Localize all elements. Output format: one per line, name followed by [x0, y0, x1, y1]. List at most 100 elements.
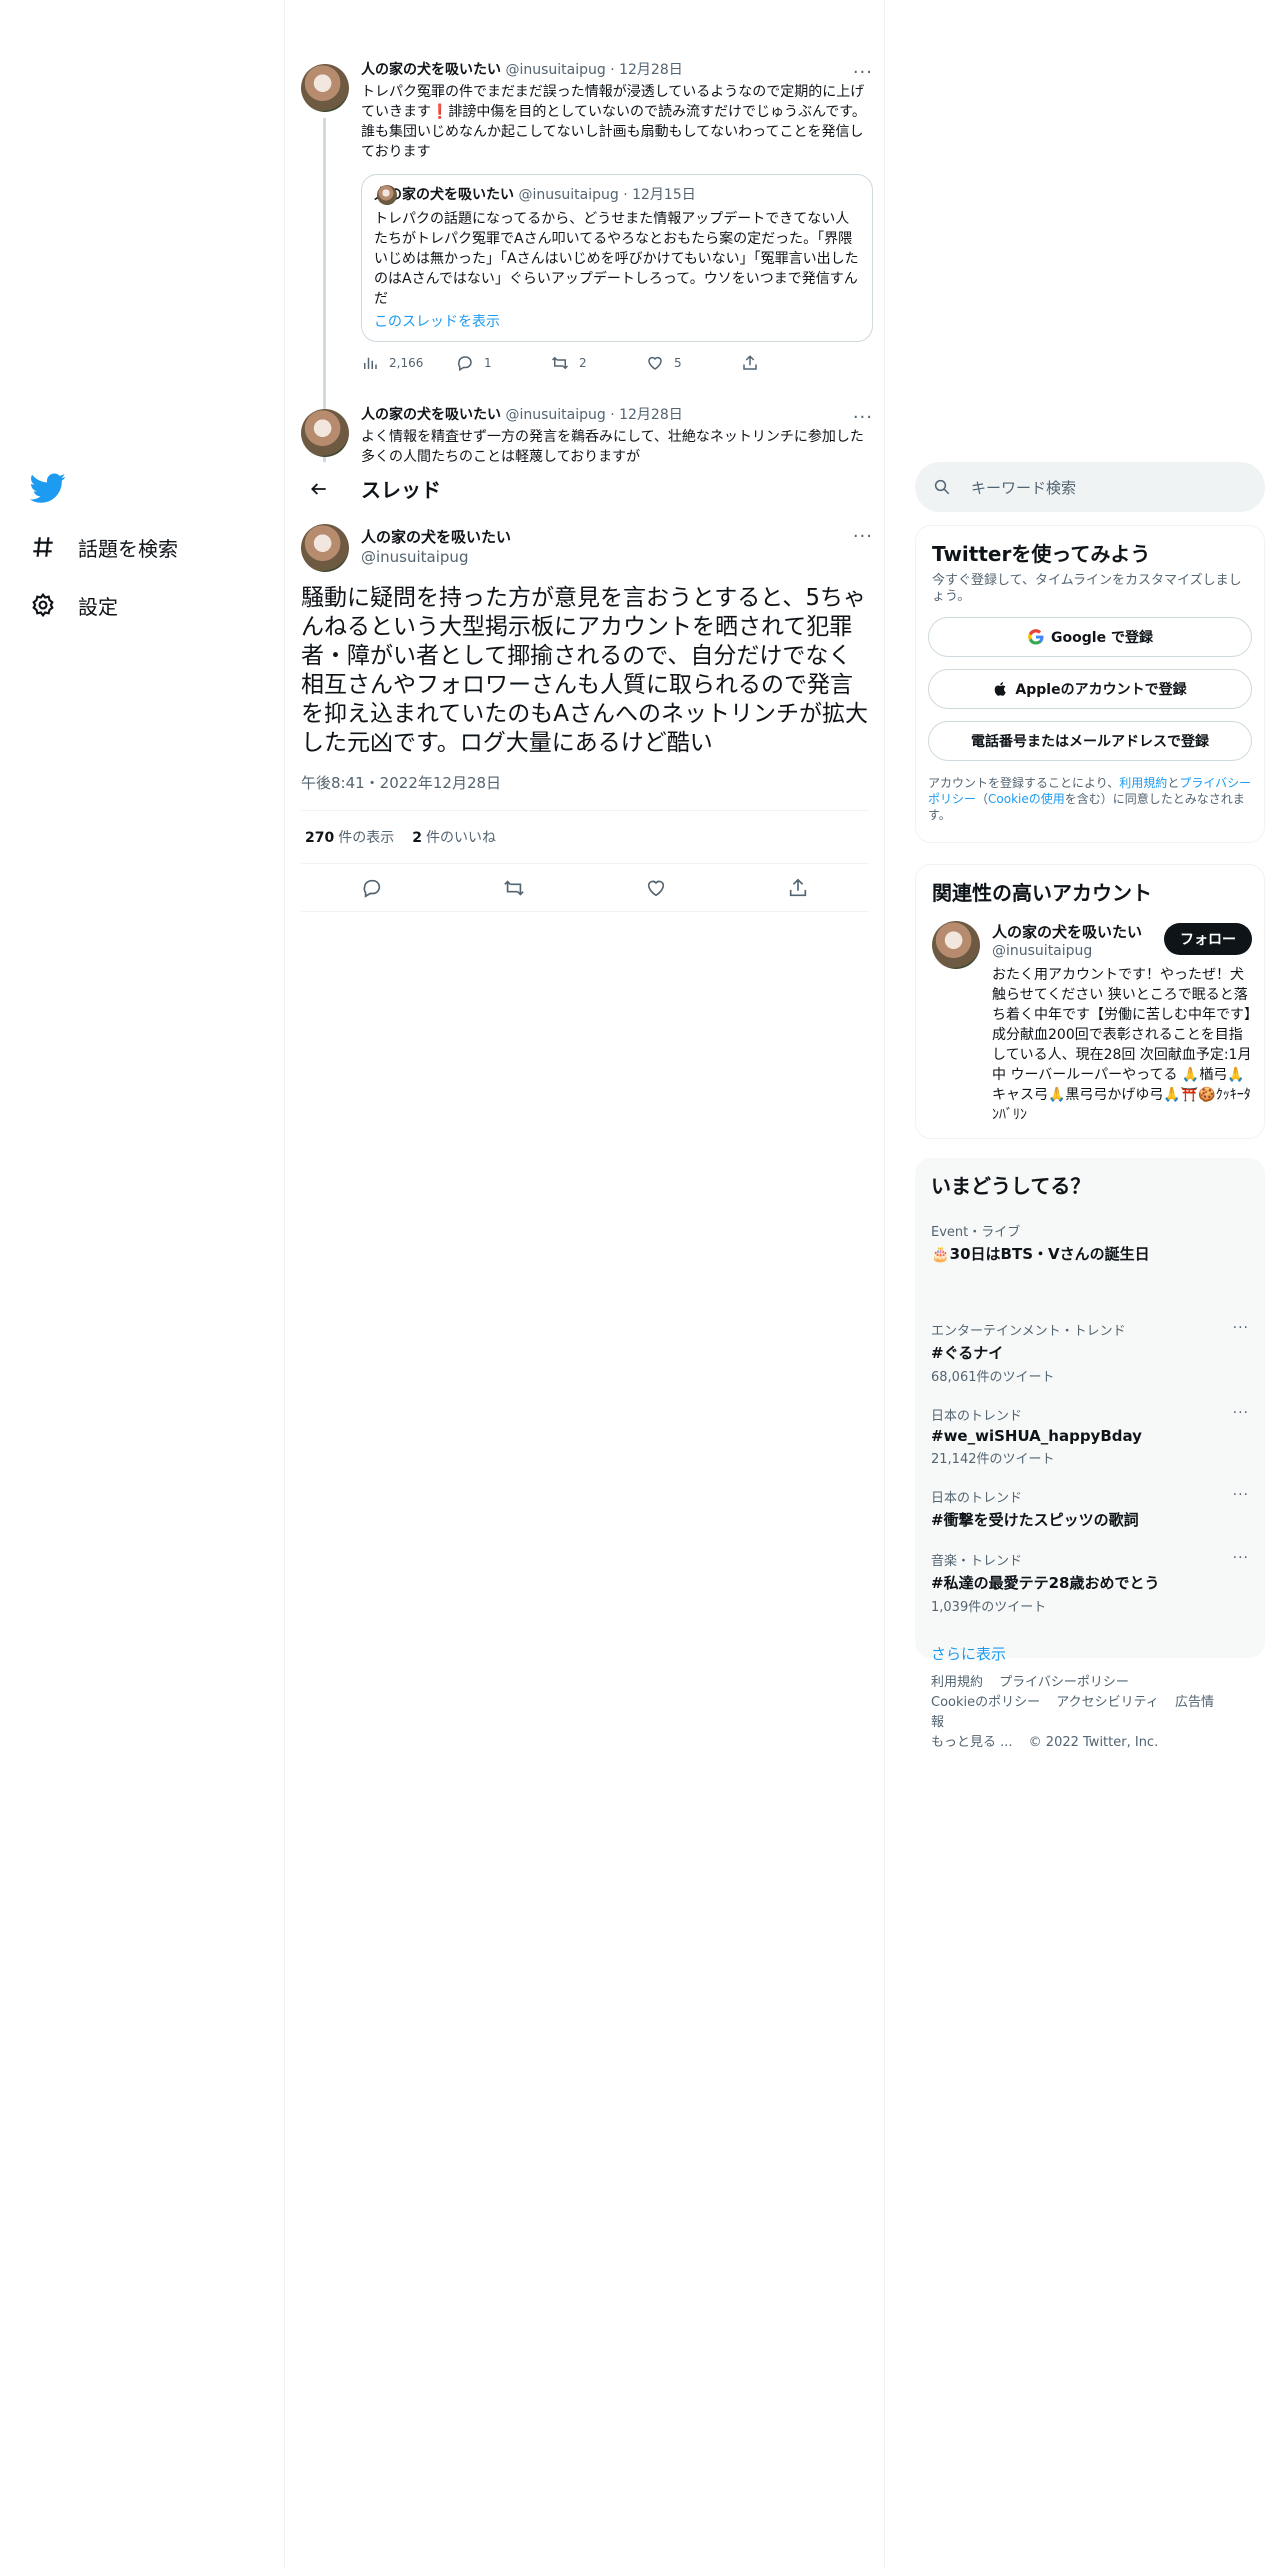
related-account[interactable]: 人の家の犬を吸いたい @inusuitaipug フォロー おたく用アカウントで…	[916, 865, 1266, 1123]
signup-subtitle: 今すぐ登録して、タイムラインをカスタマイズしましょう。	[932, 573, 1242, 604]
copyright: © 2022 Twitter, Inc.	[1028, 1735, 1159, 1750]
quote-tweet[interactable]: 人の家の犬を吸いたい @inusuitaipug · 12月15日 トレパクの話…	[361, 174, 873, 342]
avatar[interactable]	[301, 409, 349, 457]
reply-count: 1	[484, 356, 492, 370]
more-icon[interactable]: ···	[1233, 1320, 1249, 1336]
trend-count: 1,039件のツイート	[931, 1600, 1047, 1615]
footer-link[interactable]: プライバシーポリシー	[999, 1675, 1129, 1690]
twitter-logo-icon[interactable]	[30, 470, 66, 506]
share-icon[interactable]	[787, 877, 809, 899]
trends-card: いまどうしてる？ Event・ライブ 🎂30日はBTS・Vさんの誕生日 ··· …	[915, 1158, 1265, 1663]
footer-link[interactable]: アクセシビリティ	[1056, 1695, 1159, 1710]
trend-count: 68,061件のツイート	[931, 1370, 1055, 1385]
tweet-date[interactable]: 12月28日	[619, 62, 683, 78]
show-thread-link[interactable]: このスレッドを表示	[374, 311, 860, 331]
tweet-date[interactable]: 12月28日	[619, 407, 683, 423]
tweet-author-name[interactable]: 人の家の犬を吸いたい	[361, 526, 511, 547]
phone-email-signup-button[interactable]: 電話番号またはメールアドレスで登録	[928, 721, 1252, 761]
footer-link[interactable]: 利用規約	[931, 1675, 983, 1690]
retweet-icon[interactable]	[503, 877, 525, 899]
analytics-icon	[364, 357, 377, 369]
google-icon	[1028, 629, 1044, 645]
account-handle[interactable]: @inusuitaipug	[992, 943, 1092, 959]
tweet-text: トレパク冤罪の件でまだまだ誤った情報が浸透しているようなので定期的に上げていきま…	[361, 84, 866, 160]
retweet-count: 2	[579, 356, 587, 370]
tweet-actions: 2,166 1 2 5	[361, 354, 873, 372]
footer: 利用規約 プライバシーポリシー Cookieのポリシー アクセシビリティ 広告情…	[915, 1673, 1245, 1753]
heart-icon	[648, 356, 662, 370]
back-button[interactable]	[301, 471, 337, 507]
trend-title: #私達の最愛テテ28歳おめでとう	[931, 1574, 1160, 1592]
cookie-link[interactable]: Cookieの使用	[988, 792, 1065, 806]
trend-item[interactable]: Event・ライブ 🎂30日はBTS・Vさんの誕生日	[915, 1221, 1265, 1264]
avatar[interactable]	[932, 921, 980, 969]
retweet-icon	[551, 356, 569, 370]
nav-explore[interactable]: 話題を検索	[30, 527, 178, 567]
page-title: スレッド	[361, 478, 441, 502]
trend-item[interactable]: ··· 日本のトレンド #衝撃を受けたスピッツの歌詞	[915, 1487, 1265, 1530]
signup-legal-text: アカウントを登録することにより、利用規約とプライバシーポリシー（Cookieの使…	[928, 776, 1252, 822]
tweet-handle[interactable]: @inusuitaipug	[361, 548, 468, 566]
trend-item[interactable]: ··· エンターテインメント・トレンド #ぐるナイ 68,061件のツイート	[915, 1320, 1265, 1385]
share-button[interactable]	[741, 354, 836, 372]
more-icon[interactable]: ···	[853, 526, 873, 547]
share-icon	[743, 355, 757, 370]
tweet-author-name[interactable]: 人の家の犬を吸いたい	[361, 62, 501, 78]
trend-item[interactable]: ··· 音楽・トレンド #私達の最愛テテ28歳おめでとう 1,039件のツイート	[915, 1550, 1265, 1615]
footer-link[interactable]: もっと見る ...	[931, 1735, 1013, 1750]
heart-icon[interactable]	[645, 877, 667, 899]
signup-card: Twitterを使ってみよう 今すぐ登録して、タイムラインをカスタマイズしましょ…	[915, 525, 1265, 843]
likes-stat[interactable]: 2 件のいいね	[412, 827, 496, 847]
trend-title: 🎂30日はBTS・Vさんの誕生日	[931, 1245, 1150, 1263]
more-icon[interactable]: ···	[1233, 1487, 1249, 1503]
reply-button[interactable]: 1	[456, 354, 551, 372]
quote-text: トレパクの話題になってるから、どうせまた情報アップデートできてない人たちがトレパ…	[374, 211, 859, 307]
views-count: 2,166	[389, 356, 424, 370]
trend-title: #衝撃を受けたスピッツの歌詞	[931, 1511, 1139, 1529]
signup-title: Twitterを使ってみよう	[932, 542, 1151, 566]
follow-button[interactable]: フォロー	[1164, 923, 1252, 955]
tweet-text: よく情報を精査せず一方の発言を鵜呑みにして、壮絶なネットリンチに参加した多くの人…	[361, 429, 864, 465]
trend-title: #ぐるナイ	[931, 1344, 1004, 1362]
nav-settings-label: 設定	[78, 594, 118, 619]
thread-header: スレッド	[285, 462, 884, 515]
nav-explore-label: 話題を検索	[78, 536, 178, 561]
quote-avatar	[377, 185, 397, 205]
views-button[interactable]: 2,166	[361, 354, 456, 372]
account-name[interactable]: 人の家の犬を吸いたい	[992, 921, 1142, 942]
terms-link[interactable]: 利用規約	[1119, 776, 1167, 790]
retweet-button[interactable]: 2	[551, 354, 646, 372]
tweet-text: 騒動に疑問を持った方が意見を言おうとすると、5ちゃんねるという大型掲示板にアカウ…	[301, 585, 869, 756]
account-bio: おたく用アカウントです！やったぜ！犬触らせてください 狭いところで眠ると落ち着く…	[992, 967, 1252, 1123]
trend-title: #we_wiSHUA_happyBday	[931, 1427, 1142, 1445]
show-more-link[interactable]: さらに表示	[915, 1643, 1265, 1664]
google-signup-button[interactable]: Google で登録	[928, 617, 1252, 657]
related-accounts-card: 関連性の高いアカウント 人の家の犬を吸いたい @inusuitaipug フォロ…	[915, 864, 1265, 1139]
search-bar[interactable]: キーワード検索	[915, 462, 1265, 512]
main-column: ··· 人の家の犬を吸いたい @inusuitaipug · 12月28日 トレ…	[285, 0, 885, 2568]
tweet-author-name[interactable]: 人の家の犬を吸いたい	[361, 407, 501, 423]
tweet-handle[interactable]: @inusuitaipug	[505, 62, 605, 78]
nav-settings[interactable]: 設定	[30, 585, 118, 625]
search-input[interactable]: キーワード検索	[971, 477, 1076, 498]
arrow-left-icon	[311, 482, 326, 495]
like-button[interactable]: 5	[646, 354, 741, 372]
tweet-stats: 270 件の表示 2 件のいいね	[301, 810, 869, 864]
more-icon[interactable]: ···	[1233, 1550, 1249, 1566]
more-icon[interactable]: ···	[1233, 1405, 1249, 1421]
tweet-timestamp[interactable]: 午後8:41・2022年12月28日	[301, 772, 501, 793]
views-stat: 270 件の表示	[305, 830, 395, 846]
left-nav: 話題を検索 設定	[0, 0, 285, 2568]
tweet-handle[interactable]: @inusuitaipug	[505, 407, 605, 423]
trend-count: 21,142件のツイート	[931, 1452, 1055, 1467]
reply-icon[interactable]	[361, 877, 383, 899]
hashtag-icon	[33, 537, 53, 557]
avatar[interactable]	[301, 524, 349, 572]
like-count: 5	[674, 356, 682, 370]
apple-signup-button[interactable]: Appleのアカウントで登録	[928, 669, 1252, 709]
tweet-actions	[301, 864, 869, 912]
gear-icon	[32, 592, 54, 618]
trend-item[interactable]: ··· 日本のトレンド #we_wiSHUA_happyBday 21,142件…	[915, 1405, 1265, 1467]
footer-link[interactable]: Cookieのポリシー	[931, 1695, 1040, 1710]
avatar[interactable]	[301, 64, 349, 112]
